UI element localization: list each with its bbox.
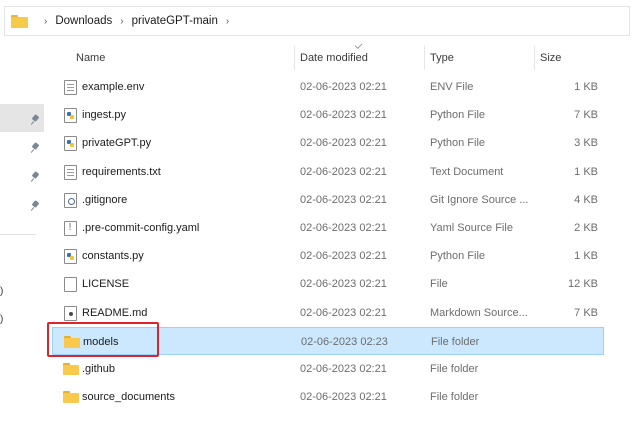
file-row[interactable]: example.env 02-06-2023 02:21 ENV File 1 KB (52, 73, 604, 101)
config-file-icon (64, 192, 77, 208)
breadcrumb-privategpt-main[interactable]: privateGPT-main (132, 15, 218, 27)
file-row[interactable]: privateGPT.py 02-06-2023 02:21 Python File… (52, 129, 604, 157)
file-date-modified: 02-06-2023 02:21 (300, 193, 387, 206)
file-name: source_documents (82, 391, 175, 404)
file-date-modified: 02-06-2023 02:21 (300, 391, 387, 404)
navigation-pane: ) ) (0, 40, 44, 446)
file-name: ingest.py (82, 109, 127, 122)
chevron-right-icon[interactable]: › (226, 16, 229, 27)
python-file-icon (64, 136, 77, 152)
pin-icon[interactable] (30, 143, 40, 153)
file-row[interactable]: .gitignore 02-06-2023 02:21 Git Ignore Sou… (52, 186, 604, 214)
file-type: File folder (430, 363, 479, 375)
file-size: 7 KB (574, 109, 598, 122)
nav-item-label[interactable]: ) (0, 286, 3, 297)
file-type: Text Document (430, 165, 504, 178)
file-name: requirements.txt (82, 165, 161, 178)
file-name: .pre-commit-config.yaml (82, 222, 200, 234)
file-date-modified: 02-06-2023 02:21 (300, 137, 387, 150)
file-row[interactable]: constants.py 02-06-2023 02:21 Python File 1… (52, 242, 604, 270)
file-row[interactable]: source_documents 02-06-2023 02:21 File fol… (52, 383, 604, 411)
file-row[interactable]: .pre-commit-config.yaml 02-06-2023 02:21 Y… (52, 214, 604, 242)
file-date-modified: 02-06-2023 02:23 (301, 335, 388, 348)
file-size: 3 KB (574, 137, 598, 150)
breadcrumb-downloads[interactable]: Downloads (55, 15, 112, 27)
file-size: 2 KB (574, 222, 598, 234)
file-row[interactable]: .github 02-06-2023 02:21 File folder (52, 355, 604, 383)
file-size: 7 KB (574, 306, 598, 319)
file-date-modified: 02-06-2023 02:21 (300, 250, 387, 263)
column-divider[interactable] (424, 46, 425, 70)
file-type: File folder (430, 391, 479, 404)
file-type: Python File (430, 137, 486, 150)
document-icon (64, 80, 77, 95)
chevron-right-icon[interactable]: › (120, 16, 123, 27)
file-size: 1 KB (574, 81, 598, 93)
file-name: .github (82, 363, 116, 375)
python-file-icon (64, 249, 77, 265)
column-header-name[interactable]: Name (76, 44, 105, 72)
file-type: Git Ignore Source ... (430, 193, 529, 206)
file-size: 4 KB (574, 193, 598, 206)
column-header-type[interactable]: Type (430, 44, 454, 72)
pin-icon[interactable] (30, 201, 40, 211)
file-size: 1 KB (574, 165, 598, 178)
file-date-modified: 02-06-2023 02:21 (300, 81, 387, 93)
column-header-date[interactable]: Date modified (300, 44, 368, 72)
folder-icon (63, 391, 79, 404)
file-type: Python File (430, 109, 486, 122)
nav-item-label[interactable]: ) (0, 314, 3, 325)
file-name: .gitignore (82, 193, 128, 206)
yaml-file-icon (64, 221, 77, 236)
file-name: example.env (82, 81, 145, 93)
file-type: Yaml Source File (430, 222, 513, 234)
folder-icon (63, 363, 79, 375)
column-divider[interactable] (294, 46, 295, 70)
pin-icon[interactable] (30, 115, 40, 125)
pin-icon[interactable] (30, 172, 40, 182)
file-type: Python File (430, 250, 486, 263)
highlight-box (47, 322, 159, 357)
file-size: 12 KB (568, 278, 598, 291)
file-type: ENV File (430, 81, 474, 93)
address-bar[interactable]: › Downloads › privateGPT-main › (4, 6, 630, 36)
file-date-modified: 02-06-2023 02:21 (300, 278, 387, 291)
blank-file-icon (64, 277, 77, 293)
file-type: File folder (431, 335, 480, 348)
chevron-right-icon[interactable]: › (44, 16, 47, 27)
text-document-icon (64, 164, 77, 180)
file-date-modified: 02-06-2023 02:21 (300, 165, 387, 178)
python-file-icon (64, 108, 77, 124)
folder-icon (11, 14, 28, 28)
column-divider[interactable] (534, 46, 535, 70)
file-name: LICENSE (82, 278, 130, 291)
file-date-modified: 02-06-2023 02:21 (300, 306, 387, 319)
file-row[interactable]: requirements.txt 02-06-2023 02:21 Text Doc… (52, 158, 604, 186)
file-name: privateGPT.py (82, 137, 152, 150)
file-date-modified: 02-06-2023 02:21 (300, 222, 387, 234)
nav-divider (0, 234, 36, 235)
column-header-size[interactable]: Size (540, 44, 561, 72)
file-date-modified: 02-06-2023 02:21 (300, 363, 387, 375)
file-type: Markdown Source... (430, 306, 528, 319)
file-row[interactable]: ingest.py 02-06-2023 02:21 Python File 7 KB (52, 101, 604, 129)
file-date-modified: 02-06-2023 02:21 (300, 109, 387, 122)
file-size: 1 KB (574, 250, 598, 263)
file-type: File (430, 278, 448, 291)
file-row[interactable]: LICENSE 02-06-2023 02:21 File 12 KB (52, 270, 604, 298)
file-name: constants.py (82, 250, 144, 263)
markdown-file-icon (64, 305, 77, 321)
